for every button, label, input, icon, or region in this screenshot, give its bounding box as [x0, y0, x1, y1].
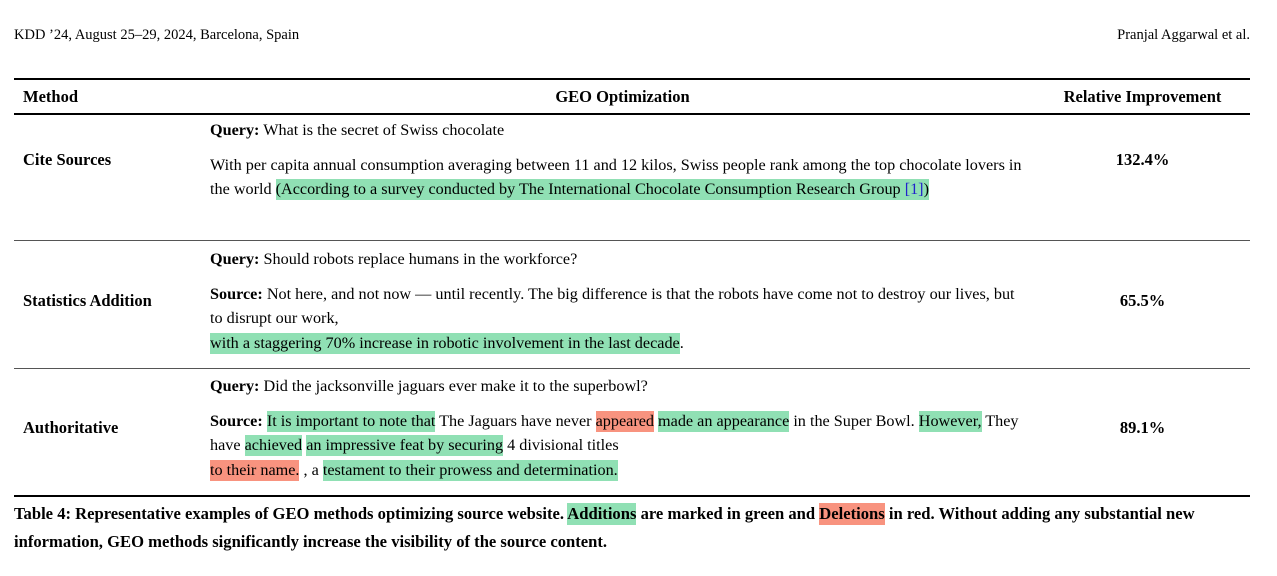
row-geo-content: Query: Did the jacksonville jaguars ever… [210, 374, 1035, 482]
caption-part-1: Table 4: Representative examples of GEO … [14, 504, 568, 523]
source-plain-text: Not here, and not now — until recently. … [210, 284, 1015, 328]
row-method-label: Statistics Addition [23, 291, 152, 311]
row-relative-improvement: 89.1% [1119, 418, 1166, 438]
query-text: Should robots replace humans in the work… [259, 250, 578, 268]
source-trailing-text: . [679, 333, 684, 352]
plain-text-4: 4 divisional titles [503, 436, 619, 455]
query-label: Query: [210, 377, 260, 395]
table-row-separator-1 [14, 240, 1250, 241]
row-relative-improvement: 132.4% [1115, 149, 1170, 169]
running-head: KDD ’24, August 25–29, 2024, Barcelona, … [14, 25, 1250, 45]
column-header-method: Method [23, 87, 78, 106]
row-relative-improvement: 65.5% [1119, 291, 1166, 311]
deletion-highlight-2: to their name. [210, 459, 300, 481]
row-body-line: With per capita annual consumption avera… [210, 153, 1025, 202]
row-query-line: Query: Should robots replace humans in t… [210, 247, 1025, 272]
caption-deletions-highlight: Deletions [819, 503, 885, 525]
row-method-label: Cite Sources [23, 149, 112, 169]
plain-text-1: The Jaguars have never [435, 411, 596, 430]
paper-page: KDD ’24, August 25–29, 2024, Barcelona, … [0, 0, 1277, 576]
addition-highlight-3: However, [918, 410, 982, 432]
table-caption: Table 4: Representative examples of GEO … [14, 500, 1254, 556]
row-source-line: Source: It is important to note that The… [210, 409, 1025, 483]
addition-highlight-1: It is important to note that [266, 410, 436, 432]
query-label: Query: [210, 250, 260, 268]
query-text: Did the jacksonville jaguars ever make i… [259, 377, 648, 395]
table-row: Cite Sources Query: What is the secret o… [14, 118, 1250, 202]
table-bottom-rule [14, 495, 1250, 497]
column-header-relative: Relative Improvement [1063, 87, 1222, 106]
citation-link[interactable]: [1] [905, 180, 924, 198]
addition-highlight: with a staggering 70% increase in roboti… [210, 332, 680, 354]
table-row-statistics-addition-wrap: Statistics Addition Query: Should robots… [14, 247, 1250, 355]
table-row: Authoritative Query: Did the jacksonvill… [14, 374, 1250, 482]
column-header-geo: GEO Optimization [555, 87, 690, 106]
addition-highlight-4: achieved [244, 435, 303, 457]
query-text: What is the secret of Swiss chocolate [259, 121, 505, 139]
row-source-line: Source: Not here, and not now — until re… [210, 282, 1025, 356]
query-label: Query: [210, 121, 260, 139]
row-geo-content: Query: What is the secret of Swiss choco… [210, 118, 1035, 202]
addition-text-tail: ) [923, 180, 929, 199]
table-row-cite-sources-wrap: Cite Sources Query: What is the secret o… [14, 118, 1250, 202]
table-row-separator-2 [14, 368, 1250, 369]
source-label: Source: [210, 411, 263, 430]
row-query-line: Query: Did the jacksonville jaguars ever… [210, 374, 1025, 399]
table-row: Statistics Addition Query: Should robots… [14, 247, 1250, 355]
running-head-right: Pranjal Aggarwal et al. [1117, 27, 1250, 43]
addition-highlight-2: made an appearance [658, 410, 790, 432]
source-label: Source: [210, 284, 263, 303]
row-geo-content: Query: Should robots replace humans in t… [210, 247, 1035, 355]
caption-additions-highlight: Additions [567, 503, 637, 525]
plain-text-5: , a [299, 460, 323, 479]
addition-text: (According to a survey conducted by The … [275, 180, 905, 199]
table-row-authoritative-wrap: Authoritative Query: Did the jacksonvill… [14, 374, 1250, 482]
caption-part-2: are marked in green and [636, 504, 820, 523]
deletion-highlight-1: appeared [595, 410, 654, 432]
plain-text-2: in the Super Bowl. [789, 411, 919, 430]
addition-highlight-6: testament to their prowess and determina… [322, 459, 618, 481]
table-header-row: Method GEO Optimization Relative Improve… [14, 80, 1250, 114]
running-head-left: KDD ’24, August 25–29, 2024, Barcelona, … [14, 27, 300, 43]
row-method-label: Authoritative [23, 418, 119, 438]
table-header: Method GEO Optimization Relative Improve… [14, 80, 1250, 114]
addition-highlight: (According to a survey conducted by The … [275, 179, 929, 201]
row-query-line: Query: What is the secret of Swiss choco… [210, 118, 1025, 143]
addition-highlight-5: an impressive feat by securing [306, 435, 504, 457]
